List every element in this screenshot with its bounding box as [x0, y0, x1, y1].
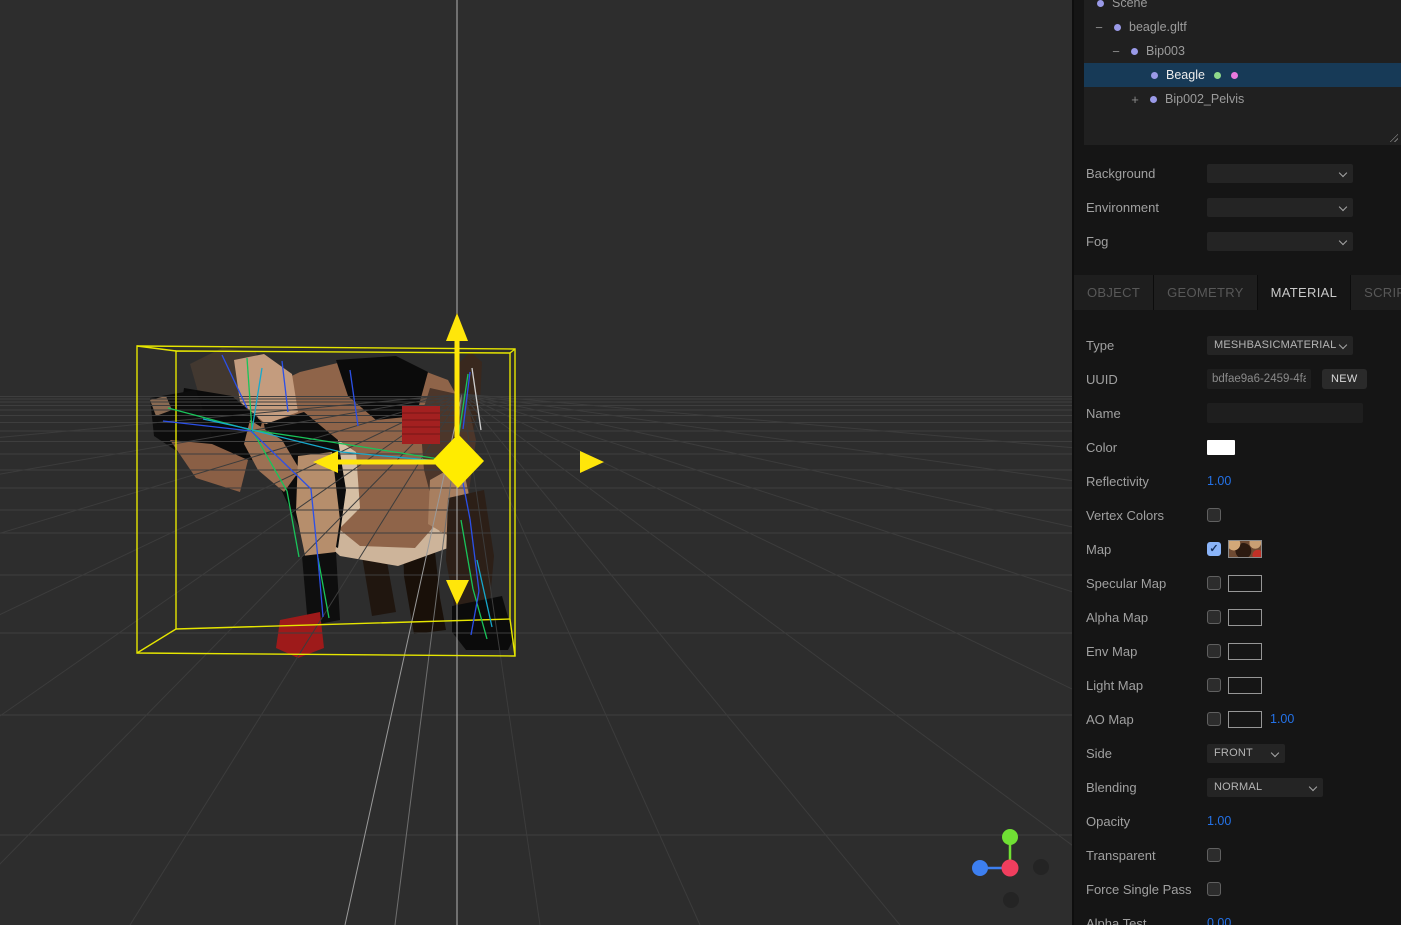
chevron-down-icon	[1340, 170, 1347, 177]
geometry-dot-icon	[1214, 72, 1221, 79]
axis-z-dot	[972, 860, 988, 876]
tab-material[interactable]: MATERIAL	[1258, 275, 1351, 310]
opacity-row: Opacity 1.00	[1074, 804, 1401, 838]
material-type-select[interactable]: MESHBASICMATERIAL	[1207, 336, 1353, 355]
chevron-down-icon	[1340, 238, 1347, 245]
collapse-icon[interactable]: −	[1109, 44, 1123, 59]
outliner: Scene − beagle.gltf − Bip003 Beagle	[1084, 0, 1401, 145]
object-dot-icon	[1131, 48, 1138, 55]
axis-x-dot	[1002, 860, 1019, 877]
reflectivity-row: Reflectivity 1.00	[1074, 464, 1401, 498]
sidebar-panel: Scene − beagle.gltf − Bip003 Beagle	[1074, 0, 1401, 925]
ao-intensity-number[interactable]: 1.00	[1270, 712, 1294, 726]
fog-select[interactable]	[1207, 232, 1353, 251]
chevron-down-icon	[1272, 750, 1279, 757]
axis-y-neg-dot	[1003, 892, 1019, 908]
alpha-test-row: Alpha Test 0.00	[1074, 906, 1401, 925]
object-dot-icon	[1151, 72, 1158, 79]
alpha-test-number[interactable]: 0.00	[1207, 916, 1231, 925]
blending-select[interactable]: NORMAL	[1207, 778, 1323, 797]
tab-object[interactable]: OBJECT	[1074, 275, 1154, 310]
blending-row: Blending NORMAL	[1074, 770, 1401, 804]
uuid-input[interactable]	[1207, 369, 1311, 389]
background-label: Background	[1086, 166, 1207, 181]
reflectivity-number[interactable]: 1.00	[1207, 474, 1231, 488]
outliner-row-scene[interactable]: Scene	[1084, 0, 1401, 15]
new-uuid-button[interactable]: NEW	[1322, 369, 1367, 389]
alpha-map-row: Alpha Map	[1074, 600, 1401, 634]
alpha-map-slot[interactable]	[1228, 609, 1262, 626]
vertex-colors-row: Vertex Colors	[1074, 498, 1401, 532]
viewport-canvas[interactable]	[0, 0, 1074, 925]
chevron-down-icon	[1340, 204, 1347, 211]
fog-label: Fog	[1086, 234, 1207, 249]
map-checkbox[interactable]: ✓	[1207, 542, 1221, 556]
side-row: Side FRONT	[1074, 736, 1401, 770]
name-input[interactable]	[1207, 403, 1363, 423]
uuid-row: UUID NEW	[1074, 362, 1401, 396]
material-panel: Type MESHBASICMATERIAL UUID NEW Name Col…	[1074, 310, 1401, 925]
background-row: Background	[1074, 156, 1401, 190]
grid	[0, 0, 1074, 925]
outliner-row-beagle-gltf[interactable]: − beagle.gltf	[1084, 15, 1401, 39]
outliner-row-beagle[interactable]: Beagle	[1084, 63, 1401, 87]
map-texture-thumbnail[interactable]	[1228, 540, 1262, 558]
chevron-down-icon	[1340, 342, 1347, 349]
force-single-pass-checkbox[interactable]	[1207, 882, 1221, 896]
color-row: Color	[1074, 430, 1401, 464]
scene-settings: Background Environment Fog	[1074, 145, 1401, 258]
light-map-checkbox[interactable]	[1207, 678, 1221, 692]
axis-x-neg-dot	[1033, 859, 1049, 875]
outliner-row-bip003[interactable]: − Bip003	[1084, 39, 1401, 63]
side-select[interactable]: FRONT	[1207, 744, 1285, 763]
resize-grip[interactable]	[1388, 132, 1398, 142]
object-dot-icon	[1114, 24, 1121, 31]
env-map-checkbox[interactable]	[1207, 644, 1221, 658]
object-dot-icon	[1150, 96, 1157, 103]
environment-select[interactable]	[1207, 198, 1353, 217]
transparent-row: Transparent	[1074, 838, 1401, 872]
specular-map-row: Specular Map	[1074, 566, 1401, 600]
outliner-row-bip002-pelvis[interactable]: + Bip002_Pelvis	[1084, 87, 1401, 111]
ao-map-row: AO Map 1.00	[1074, 702, 1401, 736]
opacity-number[interactable]: 1.00	[1207, 814, 1231, 828]
force-single-pass-row: Force Single Pass	[1074, 872, 1401, 906]
threejs-editor: Scene − beagle.gltf − Bip003 Beagle	[0, 0, 1401, 925]
specular-map-slot[interactable]	[1228, 575, 1262, 592]
axes-helper[interactable]	[972, 829, 1049, 908]
map-row: Map ✓	[1074, 532, 1401, 566]
tab-script[interactable]: SCRIPT	[1351, 275, 1401, 310]
light-map-row: Light Map	[1074, 668, 1401, 702]
environment-label: Environment	[1086, 200, 1207, 215]
expand-icon[interactable]: +	[1128, 92, 1142, 107]
name-row: Name	[1074, 396, 1401, 430]
tab-geometry[interactable]: GEOMETRY	[1154, 275, 1258, 310]
color-swatch[interactable]	[1207, 440, 1235, 455]
red-bone-helper	[402, 406, 440, 444]
material-dot-icon	[1231, 72, 1238, 79]
env-map-slot[interactable]	[1228, 643, 1262, 660]
env-map-row: Env Map	[1074, 634, 1401, 668]
check-icon: ✓	[1209, 544, 1218, 555]
axis-y-dot	[1002, 829, 1018, 845]
type-row: Type MESHBASICMATERIAL	[1074, 328, 1401, 362]
specular-map-checkbox[interactable]	[1207, 576, 1221, 590]
ao-map-checkbox[interactable]	[1207, 712, 1221, 726]
object-dot-icon	[1097, 0, 1104, 7]
viewport-scene	[0, 0, 1074, 925]
tab-bar: OBJECT GEOMETRY MATERIAL SCRIPT	[1074, 275, 1401, 310]
collapse-icon[interactable]: −	[1092, 20, 1106, 35]
vertex-colors-checkbox[interactable]	[1207, 508, 1221, 522]
fog-row: Fog	[1074, 224, 1401, 258]
chevron-down-icon	[1310, 784, 1317, 791]
transparent-checkbox[interactable]	[1207, 848, 1221, 862]
background-select[interactable]	[1207, 164, 1353, 183]
environment-row: Environment	[1074, 190, 1401, 224]
ao-map-slot[interactable]	[1228, 711, 1262, 728]
alpha-map-checkbox[interactable]	[1207, 610, 1221, 624]
light-map-slot[interactable]	[1228, 677, 1262, 694]
